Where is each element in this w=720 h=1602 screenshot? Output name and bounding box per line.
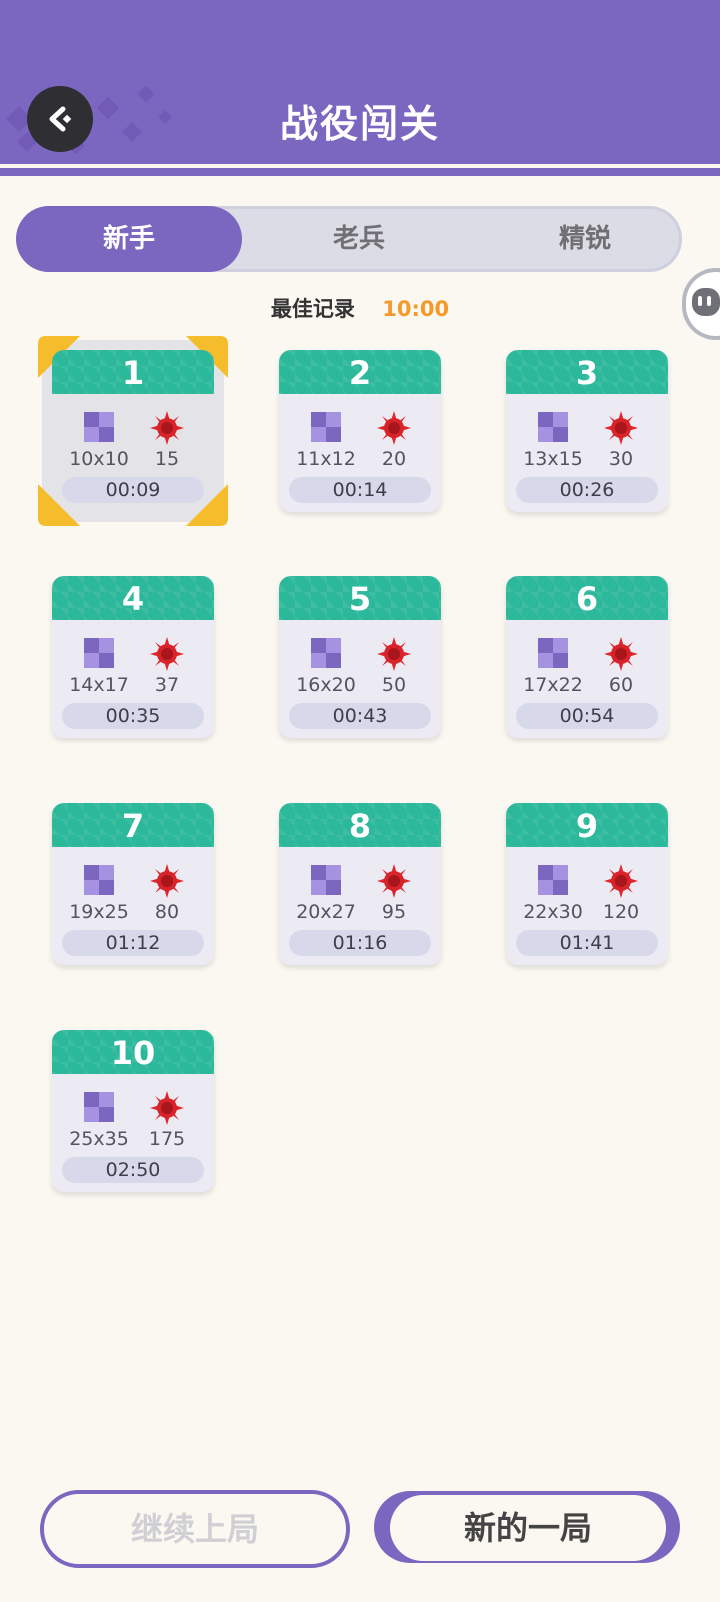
level-time: 01:41	[516, 930, 658, 956]
level-card[interactable]: 1 10x10 15 00:09	[38, 336, 228, 526]
mine-count: 95	[381, 901, 407, 923]
board-size: 25x35	[69, 1128, 129, 1150]
grid-size-icon	[84, 1092, 114, 1122]
grid-size-icon	[311, 412, 341, 442]
level-number: 9	[506, 803, 668, 847]
new-game-button[interactable]: 新的一局	[374, 1491, 680, 1563]
board-size: 20x27	[296, 901, 356, 923]
grid-size-icon	[84, 865, 114, 895]
level-card[interactable]: 3 13x15 30 00:26	[506, 350, 668, 512]
grid-size-icon	[84, 638, 114, 668]
mine-icon	[604, 411, 638, 445]
level-card[interactable]: 2 11x12 20 00:14	[279, 350, 441, 512]
mine-icon	[377, 864, 411, 898]
header-divider	[0, 164, 720, 168]
level-time: 01:16	[289, 930, 431, 956]
grid-size-icon	[311, 865, 341, 895]
new-game-label: 新的一局	[390, 1495, 666, 1561]
mine-count: 60	[608, 674, 634, 696]
best-record-value: 10:00	[382, 297, 450, 321]
grid-size-icon	[538, 865, 568, 895]
level-number: 2	[279, 350, 441, 394]
tab-veteran[interactable]: 老兵	[264, 206, 454, 272]
level-time: 00:35	[62, 703, 204, 729]
mine-icon	[150, 1091, 184, 1125]
level-card[interactable]: 8 20x27 95 01:16	[279, 803, 441, 965]
tab-rookie[interactable]: 新手	[16, 206, 242, 272]
tab-elite[interactable]: 精锐	[490, 206, 680, 272]
level-time: 00:43	[289, 703, 431, 729]
mine-icon	[377, 637, 411, 671]
grid-size-icon	[538, 412, 568, 442]
difficulty-tabs: 新手 老兵 精锐	[16, 206, 682, 272]
level-card[interactable]: 5 16x20 50 00:43	[279, 576, 441, 738]
board-size: 19x25	[69, 901, 129, 923]
level-time: 00:54	[516, 703, 658, 729]
mine-count: 120	[602, 901, 640, 923]
grid-size-icon	[538, 638, 568, 668]
level-card[interactable]: 4 14x17 37 00:35	[52, 576, 214, 738]
mine-count: 50	[381, 674, 407, 696]
level-card[interactable]: 10 25x35 175 02:50	[52, 1030, 214, 1192]
mine-icon	[150, 864, 184, 898]
level-time: 02:50	[62, 1157, 204, 1183]
mine-icon	[604, 637, 638, 671]
best-record-label: 最佳记录	[270, 297, 355, 321]
page-title: 战役闯关	[279, 102, 440, 146]
level-number: 8	[279, 803, 441, 847]
best-record: 最佳记录 10:00	[0, 293, 720, 323]
level-time: 00:09	[62, 477, 204, 503]
level-time: 00:26	[516, 477, 658, 503]
level-number: 6	[506, 576, 668, 620]
board-size: 14x17	[69, 674, 129, 696]
level-number: 5	[279, 576, 441, 620]
mine-icon	[150, 637, 184, 671]
board-size: 13x15	[523, 448, 583, 470]
board-size: 17x22	[523, 674, 583, 696]
mine-count: 80	[154, 901, 180, 923]
grid-size-icon	[84, 412, 114, 442]
level-number: 1	[52, 350, 214, 394]
level-number: 3	[506, 350, 668, 394]
level-number: 10	[52, 1030, 214, 1074]
mine-icon	[150, 411, 184, 445]
level-card[interactable]: 7 19x25 80 01:12	[52, 803, 214, 965]
board-size: 11x12	[296, 448, 356, 470]
mine-count: 20	[381, 448, 407, 470]
level-time: 01:12	[62, 930, 204, 956]
header-underline	[0, 170, 720, 176]
board-size: 22x30	[523, 901, 583, 923]
mine-count: 30	[608, 448, 634, 470]
level-number: 7	[52, 803, 214, 847]
mine-count: 15	[154, 448, 180, 470]
level-card[interactable]: 6 17x22 60 00:54	[506, 576, 668, 738]
board-size: 16x20	[296, 674, 356, 696]
grid-size-icon	[311, 638, 341, 668]
mine-count: 175	[148, 1128, 186, 1150]
level-card[interactable]: 9 22x30 120 01:41	[506, 803, 668, 965]
mine-icon	[604, 864, 638, 898]
board-size: 10x10	[69, 448, 129, 470]
level-number: 4	[52, 576, 214, 620]
mine-icon	[377, 411, 411, 445]
continue-button[interactable]: 继续上局	[40, 1490, 350, 1568]
mine-count: 37	[154, 674, 180, 696]
level-time: 00:14	[289, 477, 431, 503]
